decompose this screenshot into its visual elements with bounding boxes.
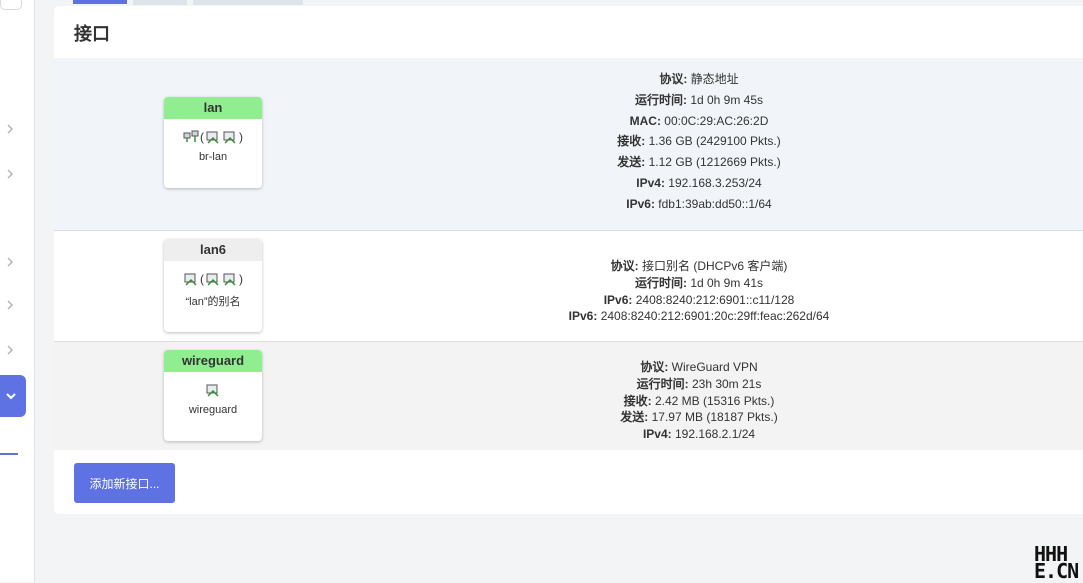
tab-interfaces[interactable]	[73, 0, 127, 4]
interface-name: lan6	[164, 239, 262, 261]
interface-badge-wireguard[interactable]: wireguard wireguard	[164, 350, 262, 441]
device-label: br-lan	[198, 151, 228, 163]
chevron-right-icon[interactable]	[6, 124, 14, 134]
interface-badge-lan[interactable]: lan ( ) br-lan	[164, 97, 262, 188]
interfaces-card: 接口 lan () br-lan 协议: 静态地址 运行时间: 1d 0h 9…	[54, 6, 1083, 514]
interface-status-wireguard: 协议: WireGuard VPN 运行时间: 23h 30m 21s 接收: …	[620, 360, 778, 442]
sidebar	[0, 0, 35, 582]
ethernet-port-icon	[223, 273, 236, 286]
interface-row-lan: lan ( ) br-lan 协议: 静态地址 运行时间: 1d 0h 9m 4…	[54, 58, 1083, 231]
chevron-right-icon[interactable]	[6, 300, 14, 310]
alias-icon	[184, 273, 197, 286]
device-label: “lan”的别名	[185, 296, 241, 308]
chevron-right-icon[interactable]	[6, 345, 14, 355]
interface-name: lan	[164, 97, 262, 119]
interface-status-lan6: 协议: 接口别名 (DHCPv6 客户端) 运行时间: 1d 0h 9m 41s…	[568, 259, 830, 324]
ethernet-port-icon	[223, 131, 236, 144]
device-label: wireguard	[188, 404, 238, 416]
chevron-right-icon[interactable]	[6, 257, 14, 267]
interface-name: wireguard	[164, 350, 262, 372]
chevron-right-icon[interactable]	[6, 169, 14, 179]
interface-row-lan6: lan6 ( ) “lan”的别名 协议: 接口别名 (DHCPv6 客户端) …	[54, 231, 1083, 342]
page-title: 接口	[74, 24, 110, 44]
interface-status-lan: 协议: 静态地址 运行时间: 1d 0h 9m 45s MAC: 00:0C:2…	[617, 72, 781, 211]
bridge-icon	[183, 130, 199, 142]
add-interface-button[interactable]: 添加新接口...	[74, 463, 175, 503]
chevron-down-icon	[6, 393, 16, 400]
ethernet-port-icon	[206, 131, 219, 144]
tab-devices[interactable]	[193, 0, 303, 5]
interface-row-wireguard: wireguard wireguard 协议: WireGuard VPN 运行…	[54, 342, 1083, 450]
watermark: HHH E.CN	[1034, 542, 1079, 583]
ethernet-port-icon	[206, 273, 219, 286]
tab-global[interactable]	[133, 0, 187, 5]
interface-badge-lan6[interactable]: lan6 ( ) “lan”的别名	[164, 239, 262, 332]
tunnel-icon	[206, 384, 219, 397]
sidebar-toggle[interactable]	[0, 0, 22, 10]
sidebar-item-network[interactable]	[0, 375, 26, 417]
sidebar-active-indicator	[0, 453, 18, 455]
